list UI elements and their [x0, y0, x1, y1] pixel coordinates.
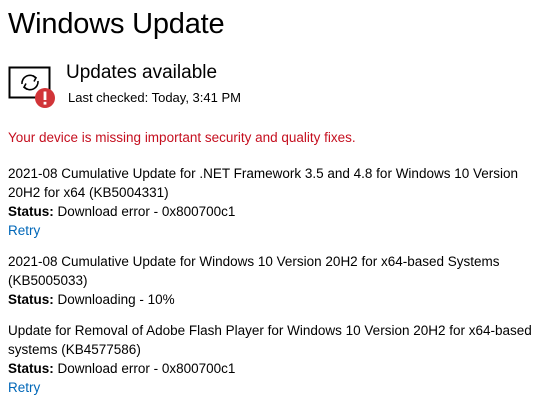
update-status-value: Download error - 0x800700c1: [57, 361, 236, 376]
update-item: 2021-08 Cumulative Update for Windows 10…: [8, 252, 553, 309]
update-title: 2021-08 Cumulative Update for .NET Frame…: [8, 166, 519, 200]
update-status: Status: Download error - 0x800700c1: [8, 359, 553, 378]
update-item: 2021-08 Cumulative Update for .NET Frame…: [8, 164, 553, 240]
update-item: Update for Removal of Adobe Flash Player…: [8, 321, 553, 397]
update-status: Status: Downloading - 10%: [8, 290, 553, 309]
update-list: 2021-08 Cumulative Update for .NET Frame…: [8, 164, 553, 409]
update-status-value: Downloading - 10%: [57, 292, 175, 307]
security-warning: Your device is missing important securit…: [8, 130, 356, 145]
sync-error-icon: [8, 62, 58, 110]
page-title: Windows Update: [8, 8, 225, 40]
status-label: Status:: [8, 204, 54, 219]
update-title: 2021-08 Cumulative Update for Windows 10…: [8, 254, 500, 288]
update-title: Update for Removal of Adobe Flash Player…: [8, 323, 532, 357]
last-checked-text: Last checked: Today, 3:41 PM: [68, 90, 241, 105]
status-label: Status:: [8, 292, 54, 307]
status-heading: Updates available: [66, 62, 218, 83]
update-status: Status: Download error - 0x800700c1: [8, 202, 553, 221]
update-status-block: Updates available Last checked: Today, 3…: [8, 60, 553, 112]
retry-link[interactable]: Retry: [8, 221, 40, 240]
update-status-value: Download error - 0x800700c1: [57, 204, 236, 219]
retry-link[interactable]: Retry: [8, 378, 40, 397]
status-label: Status:: [8, 361, 54, 376]
